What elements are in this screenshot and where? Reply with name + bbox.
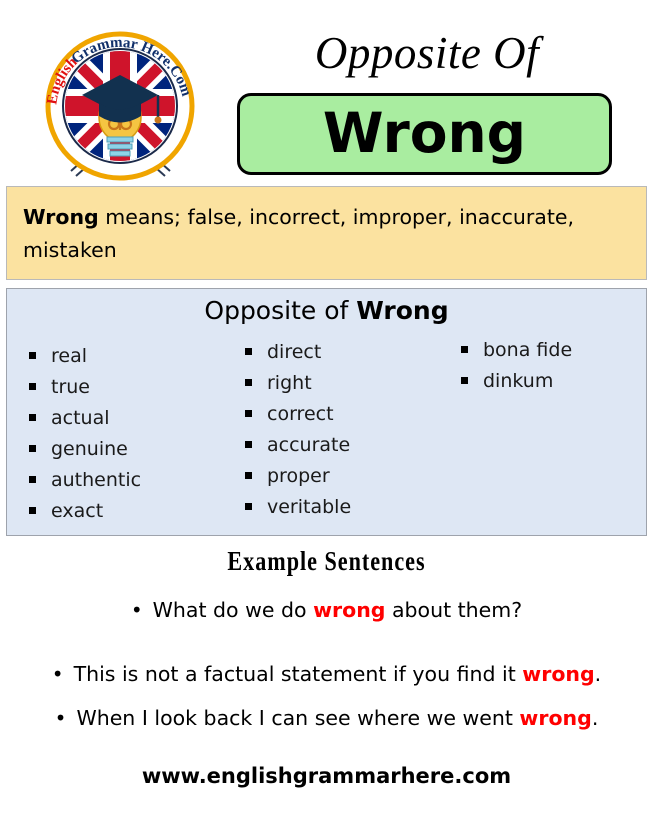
opposites-heading: Opposite of Wrong xyxy=(7,294,646,328)
square-bullet-icon xyxy=(29,507,36,514)
opposite-word: right xyxy=(267,372,312,394)
list-item: veritable xyxy=(245,492,439,523)
english-grammar-here-logo: English Grammar Here.Com xyxy=(37,29,204,184)
site-url-footer: www.englishgrammarhere.com xyxy=(141,764,512,788)
bullet-dot-icon: • xyxy=(130,598,143,622)
meaning-text: Wrong means; false, incorrect, improper,… xyxy=(23,201,630,267)
opposite-word: veritable xyxy=(267,496,352,518)
list-item: accurate xyxy=(245,430,439,461)
square-bullet-icon xyxy=(245,348,252,355)
square-bullet-icon xyxy=(245,410,252,417)
opposites-column-1: real true actual genuine authentic exact xyxy=(7,335,223,527)
sentence-before: When I look back I can see where we went xyxy=(76,706,520,730)
opposite-word: actual xyxy=(51,407,110,429)
opposite-word: accurate xyxy=(267,434,351,456)
square-bullet-icon xyxy=(461,346,468,353)
list-item: genuine xyxy=(29,434,223,465)
example-sentence-2: • This is not a factual statement if you… xyxy=(0,660,653,688)
square-bullet-icon xyxy=(29,476,36,483)
headword-text: Wrong xyxy=(322,100,527,165)
example-sentence-1: • What do we do wrong about them? xyxy=(0,596,653,624)
square-bullet-icon xyxy=(29,414,36,421)
square-bullet-icon xyxy=(29,445,36,452)
opposites-columns: real true actual genuine authentic exact… xyxy=(7,335,646,527)
list-item: authentic xyxy=(29,465,223,496)
opposites-heading-prefix: Opposite of xyxy=(204,296,357,325)
square-bullet-icon xyxy=(461,377,468,384)
list-item: right xyxy=(245,368,439,399)
list-item: true xyxy=(29,372,223,403)
square-bullet-icon xyxy=(29,383,36,390)
opposite-word: bona fide xyxy=(483,339,573,361)
headword-box: Wrong xyxy=(237,93,612,175)
list-item: proper xyxy=(245,461,439,492)
sentence-before: What do we do xyxy=(152,598,314,622)
opposite-word: true xyxy=(51,376,90,398)
list-item: exact xyxy=(29,496,223,527)
page-header: English Grammar Here.Com Opposite Of Wro… xyxy=(0,0,653,186)
sentence-after: about them? xyxy=(385,598,523,622)
examples-heading: Example Sentences xyxy=(227,546,426,576)
opposites-panel: Opposite of Wrong real true actual genui… xyxy=(6,288,647,536)
sentence-after: . xyxy=(594,662,602,686)
example-sentence-text: This is not a factual statement if you f… xyxy=(74,660,602,688)
opposites-heading-word: Wrong xyxy=(356,296,449,325)
opposite-word: direct xyxy=(267,341,322,363)
square-bullet-icon xyxy=(245,441,252,448)
example-sentence-3: • When I look back I can see where we we… xyxy=(0,704,653,732)
highlight-word: wrong xyxy=(313,598,386,622)
meaning-panel: Wrong means; false, incorrect, improper,… xyxy=(6,186,647,280)
list-item: correct xyxy=(245,399,439,430)
example-sentence-text: When I look back I can see where we went… xyxy=(76,704,598,732)
opposite-word: authentic xyxy=(51,469,142,491)
page-title: Opposite Of xyxy=(314,28,540,78)
list-item: bona fide xyxy=(461,335,646,366)
list-item: real xyxy=(29,341,223,372)
sentence-after: . xyxy=(591,706,599,730)
list-item: dinkum xyxy=(461,366,646,397)
sentence-before: This is not a factual statement if you f… xyxy=(73,662,523,686)
opposite-word: proper xyxy=(267,465,330,487)
square-bullet-icon xyxy=(245,503,252,510)
square-bullet-icon xyxy=(245,379,252,386)
opposites-column-3: bona fide dinkum xyxy=(439,335,646,397)
opposites-column-2: direct right correct accurate proper ver… xyxy=(223,335,439,523)
opposite-word: exact xyxy=(51,500,104,522)
bullet-dot-icon: • xyxy=(54,706,67,730)
list-item: direct xyxy=(245,337,439,368)
opposite-word: correct xyxy=(267,403,334,425)
highlight-word: wrong xyxy=(519,706,592,730)
meaning-connector: means; xyxy=(98,205,188,229)
bullet-dot-icon: • xyxy=(51,662,64,686)
highlight-word: wrong xyxy=(522,662,595,686)
square-bullet-icon xyxy=(245,472,252,479)
opposite-word: dinkum xyxy=(483,370,554,392)
meaning-headword: Wrong xyxy=(23,205,99,229)
example-sentence-text: What do we do wrong about them? xyxy=(153,596,523,624)
square-bullet-icon xyxy=(29,352,36,359)
opposite-word: genuine xyxy=(51,438,128,460)
opposite-word: real xyxy=(51,345,88,367)
list-item: actual xyxy=(29,403,223,434)
